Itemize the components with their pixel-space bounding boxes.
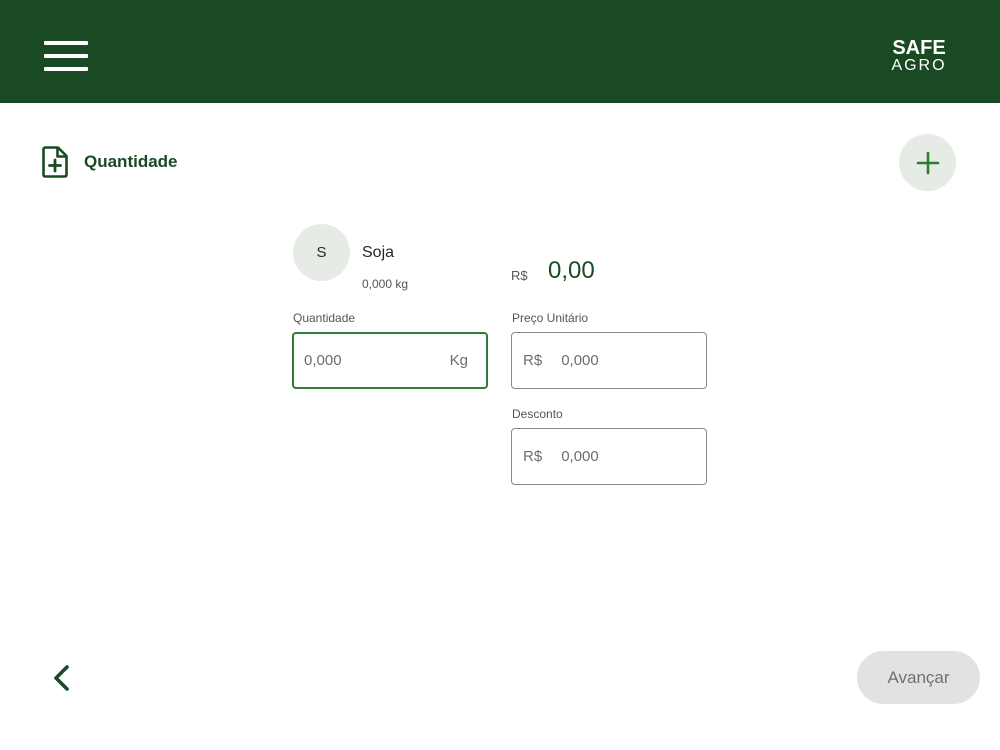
hamburger-menu-icon[interactable] [44, 41, 88, 73]
discount-input[interactable]: R$ 0,000 [511, 428, 707, 485]
quantity-unit: Kg [449, 352, 468, 369]
discount-currency: R$ [523, 448, 543, 465]
quantity-label: Quantidade [293, 311, 356, 325]
menu-line [44, 41, 88, 45]
logo-line1: SAFE [892, 37, 946, 59]
logo-line2: AGRO [891, 57, 947, 74]
discount-value: 0,000 [561, 448, 599, 465]
safe-agro-logo: SAFE AGRO [886, 38, 952, 76]
total-currency: R$ [511, 268, 528, 283]
top-bar: SAFE AGRO [0, 0, 1000, 103]
quantity-value: 0,000 [304, 352, 342, 369]
unit-price-input[interactable]: R$ 0,000 [511, 332, 707, 389]
plus-icon [916, 151, 939, 174]
unit-price-value: 0,000 [561, 352, 599, 369]
chevron-left-icon[interactable] [50, 664, 74, 692]
product-avatar: S [293, 224, 350, 281]
discount-label: Desconto [512, 407, 563, 421]
product-weight: 0,000 kg [362, 277, 409, 291]
page-title: Quantidade [84, 152, 178, 171]
product-name: Soja [362, 244, 395, 261]
quantity-input[interactable]: 0,000 Kg [292, 332, 488, 389]
next-button[interactable]: Avançar [857, 651, 980, 704]
unit-price-currency: R$ [523, 352, 543, 369]
unit-price-label: Preço Unitário [512, 311, 589, 325]
add-button[interactable] [899, 134, 956, 191]
menu-line [44, 67, 88, 71]
page-header: Quantidade [42, 146, 178, 178]
menu-line [44, 54, 88, 58]
document-plus-icon [42, 146, 68, 178]
total-value: 0,00 [548, 257, 595, 284]
